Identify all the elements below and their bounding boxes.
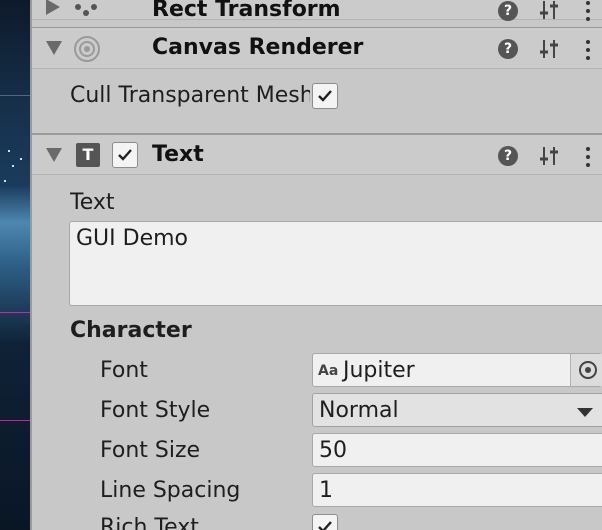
more-menu-icon[interactable] — [585, 38, 591, 60]
more-menu-icon[interactable] — [585, 145, 591, 167]
text-content-textarea[interactable]: GUI Demo — [69, 221, 602, 306]
target-picker-icon — [579, 361, 597, 379]
scene-star — [4, 180, 6, 182]
line-spacing-input[interactable]: 1 — [312, 473, 602, 507]
help-icon[interactable]: ? — [498, 146, 518, 166]
scene-streak — [0, 312, 30, 313]
canvas-renderer-title: Canvas Renderer — [152, 35, 364, 60]
rich-text-checkbox[interactable] — [312, 514, 338, 530]
help-icon[interactable]: ? — [498, 39, 518, 59]
scene-star — [8, 150, 10, 152]
text-component-icon: T — [76, 143, 100, 167]
font-value: Jupiter — [343, 358, 415, 383]
checkmark-icon — [118, 149, 132, 161]
presets-icon[interactable] — [538, 38, 560, 60]
font-size-label: Font Size — [100, 438, 201, 463]
help-icon[interactable]: ? — [498, 1, 518, 21]
character-section-heading: Character — [70, 318, 192, 343]
font-asset-icon: Aa — [318, 363, 339, 379]
object-picker-button[interactable] — [570, 354, 602, 386]
scene-streak — [0, 95, 30, 96]
scene-view-edge — [0, 0, 30, 530]
rect-transform-title: Rect Transform — [152, 0, 341, 22]
font-object-field[interactable]: Aa Jupiter — [312, 353, 602, 387]
checkmark-icon — [318, 521, 332, 530]
checkmark-icon — [318, 90, 332, 102]
presets-icon[interactable] — [538, 0, 560, 21]
more-menu-icon[interactable] — [585, 0, 591, 21]
font-style-value: Normal — [319, 398, 399, 423]
presets-icon[interactable] — [538, 145, 560, 167]
rect-transform-header[interactable]: Rect Transform ? — [32, 0, 602, 22]
font-style-dropdown[interactable]: Normal — [312, 393, 602, 427]
foldout-expanded-icon[interactable] — [46, 148, 62, 162]
canvas-renderer-icon — [74, 36, 100, 62]
rect-transform-icon — [75, 4, 97, 16]
text-component-header[interactable]: T Text ? — [32, 133, 602, 175]
text-property-label: Text — [70, 190, 115, 215]
font-label: Font — [100, 358, 148, 383]
text-enabled-checkbox[interactable] — [112, 142, 138, 168]
scene-star — [20, 158, 22, 160]
scene-star — [12, 165, 14, 167]
line-spacing-label: Line Spacing — [100, 478, 241, 503]
foldout-collapsed-icon[interactable] — [46, 0, 60, 15]
dropdown-arrow-icon — [577, 408, 593, 417]
font-style-label: Font Style — [100, 398, 211, 423]
canvas-renderer-header[interactable]: Canvas Renderer ? — [32, 27, 602, 69]
text-component-title: Text — [152, 142, 204, 167]
foldout-expanded-icon[interactable] — [46, 41, 62, 55]
rich-text-label: Rich Text — [100, 515, 199, 530]
inspector-panel: Rect Transform ? Canvas Renderer ? Cull … — [30, 0, 602, 530]
font-size-input[interactable]: 50 — [312, 433, 602, 467]
scene-streak — [0, 420, 30, 421]
cull-transparent-mesh-label: Cull Transparent Mesh — [70, 83, 310, 108]
cull-transparent-mesh-checkbox[interactable] — [312, 83, 338, 109]
